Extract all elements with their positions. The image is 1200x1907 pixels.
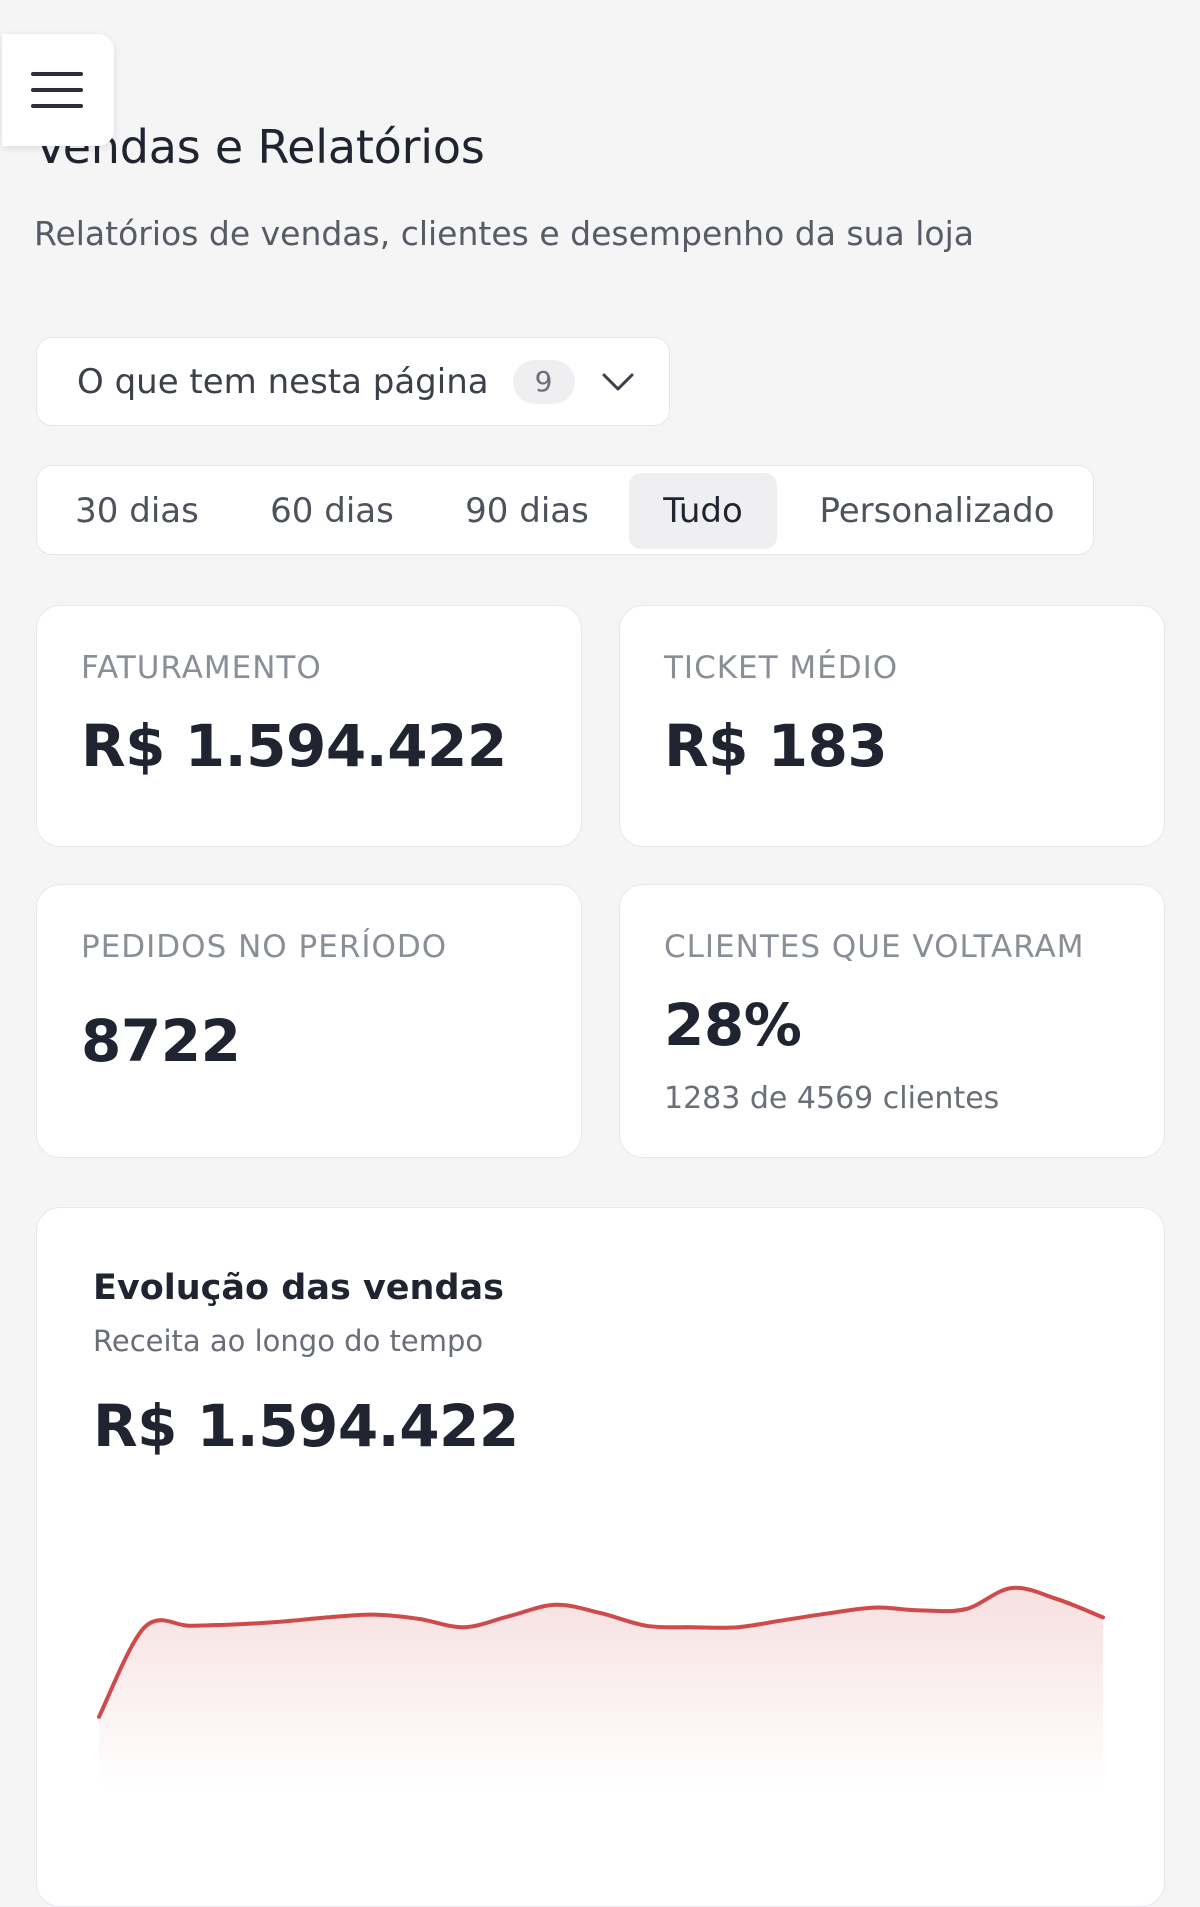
revenue-card: FATURAMENTO R$ 1.594.422 xyxy=(36,605,582,847)
tab-tudo[interactable]: Tudo xyxy=(629,473,777,549)
tab-personalizado[interactable]: Personalizado xyxy=(810,473,1064,549)
average-ticket-label: TICKET MÉDIO xyxy=(664,650,899,686)
page-subtitle: Relatórios de vendas, clientes e desempe… xyxy=(34,214,975,253)
orders-label: PEDIDOS NO PERÍODO xyxy=(81,929,448,965)
sales-chart xyxy=(97,1585,1105,1788)
returning-customers-value: 28% xyxy=(664,991,802,1059)
tab-30-dias[interactable]: 30 dias xyxy=(67,473,207,549)
period-tabs: 30 dias 60 dias 90 dias Tudo Personaliza… xyxy=(36,465,1094,555)
page-contents-dropdown[interactable]: O que tem nesta página 9 xyxy=(36,337,670,426)
revenue-label: FATURAMENTO xyxy=(81,650,322,686)
sales-evolution-card: Evolução das vendas Receita ao longo do … xyxy=(36,1207,1165,1907)
page-contents-label: O que tem nesta página xyxy=(77,361,489,402)
returning-customers-note: 1283 de 4569 clientes xyxy=(664,1081,1000,1116)
hamburger-menu-icon xyxy=(31,72,83,108)
average-ticket-value: R$ 183 xyxy=(664,712,888,780)
tab-60-dias[interactable]: 60 dias xyxy=(262,473,402,549)
sales-area-fill xyxy=(99,1587,1103,1788)
returning-customers-label: CLIENTES QUE VOLTARAM xyxy=(664,929,1085,965)
revenue-value: R$ 1.594.422 xyxy=(81,712,507,780)
orders-value: 8722 xyxy=(81,1007,241,1075)
tab-90-dias[interactable]: 90 dias xyxy=(457,473,597,549)
average-ticket-card: TICKET MÉDIO R$ 183 xyxy=(619,605,1165,847)
orders-card: PEDIDOS NO PERÍODO 8722 xyxy=(36,884,582,1158)
menu-button[interactable] xyxy=(2,34,114,146)
page-contents-count-badge: 9 xyxy=(512,359,575,404)
returning-customers-card: CLIENTES QUE VOLTARAM 28% 1283 de 4569 c… xyxy=(619,884,1165,1158)
chevron-down-icon xyxy=(601,372,635,392)
